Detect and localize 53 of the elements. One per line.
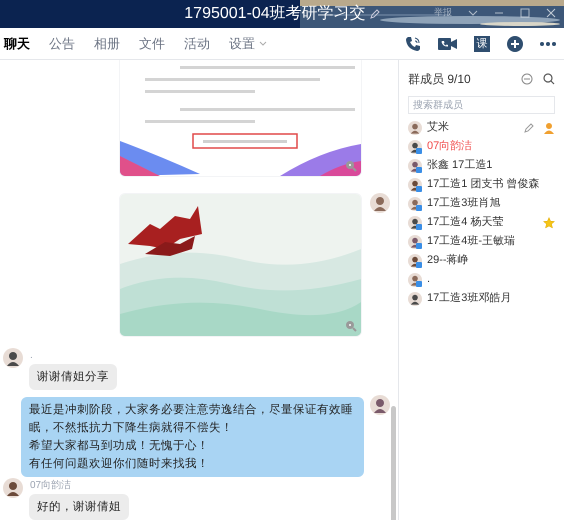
pencil-icon[interactable] [524,122,534,132]
member-name[interactable]: 17工造4班-王敏瑞 [427,233,555,250]
tab[interactable]: 公告 [49,34,75,54]
message-bubble: 谢谢倩姐分享 [29,364,117,390]
tab[interactable]: 活动 [184,34,210,54]
avatar[interactable] [408,254,422,268]
members-title: 群成员 9/10 [408,71,471,88]
avatar[interactable] [408,158,422,172]
close-icon[interactable] [546,8,556,18]
member-name[interactable]: 艾米 [427,119,519,136]
avatar[interactable] [408,178,422,192]
sender-name: 07向韵洁 [30,480,72,492]
avatar[interactable] [408,196,422,210]
avatar[interactable] [408,292,422,306]
avatar[interactable] [3,348,23,368]
member-name[interactable]: 17工造3班邓皓月 [427,290,555,307]
search-field[interactable]: 搜索群成员 [408,96,555,114]
member-name[interactable]: 17工造4 杨天莹 [427,214,538,231]
sender-name: . [30,350,33,362]
lesson-button[interactable]: 课 [474,36,490,52]
add-icon[interactable] [507,36,523,52]
avatar[interactable] [370,193,390,213]
avatar[interactable] [408,216,422,230]
tab[interactable]: 相册 [94,34,120,54]
member-name[interactable]: 29--蒋峥 [427,252,555,269]
window-title: 1795001-04班考研学习交 [184,4,366,24]
member-name[interactable]: 17工造1 团支书 曾俊森 [427,176,555,193]
tab[interactable]: 文件 [139,34,165,54]
avatar[interactable] [408,234,422,248]
more-icon[interactable] [540,42,556,46]
member-name[interactable]: . [427,271,555,288]
avatar[interactable] [370,395,390,415]
search-icon[interactable] [543,73,555,85]
avatar[interactable] [408,272,422,286]
caret-icon [259,40,267,46]
member-name[interactable]: 07向韵洁 [427,138,555,155]
chevron-icon[interactable] [468,8,478,18]
scrollbar[interactable] [391,406,396,520]
avatar[interactable] [408,120,422,134]
message-bubble: 好的，谢谢倩姐 [29,494,129,520]
zoom-icon[interactable] [345,160,357,172]
avatar[interactable] [3,478,23,498]
tab[interactable]: 设置 [229,34,267,54]
pencil-icon[interactable] [370,9,380,19]
members-settings-icon[interactable] [521,73,533,85]
maximize-icon[interactable] [520,8,530,18]
member-name[interactable]: 17工造3班肖旭 [427,195,555,212]
video-call-icon[interactable] [438,36,457,50]
tab[interactable]: 聊天 [4,34,30,54]
member-name[interactable]: 张鑫 17工造1 [427,157,555,174]
message-bubble: 最近是冲刺阶段，大家务必要注意劳逸结合，尽量保证有效睡眠，不然抵抗力下降生病就得不偿失！ 希望大家都马到功成！无愧于心！ 有任何问题欢迎你们随时来找我！ [21,397,364,477]
avatar[interactable] [408,140,422,154]
phone-icon[interactable] [405,36,421,52]
